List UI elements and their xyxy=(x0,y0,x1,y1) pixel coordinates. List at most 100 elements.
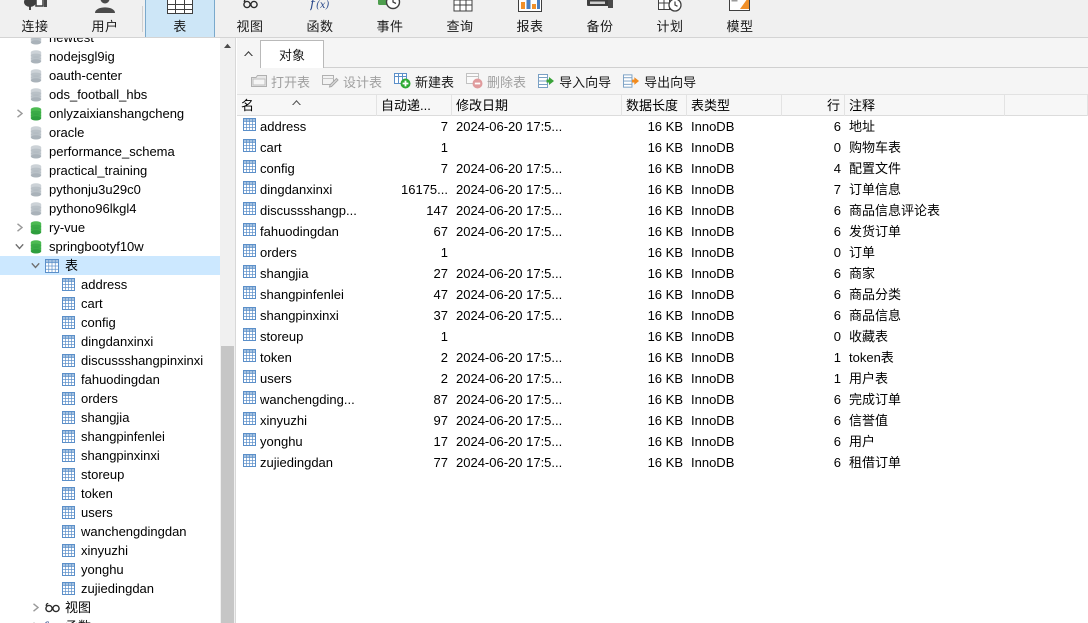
action-export-wizard-button[interactable]: 导出向导 xyxy=(618,70,701,92)
tree-node-20[interactable]: shangjia xyxy=(0,408,235,427)
ribbon-item-3[interactable]: 视图 xyxy=(215,0,285,37)
tree-node-23[interactable]: storeup xyxy=(0,465,235,484)
table-row[interactable]: storeup 1 16 KB InnoDB 0 收藏表 xyxy=(237,326,1088,347)
table-row[interactable]: shangpinxinxi 37 2024-06-20 17:5... 16 KB In… xyxy=(237,305,1088,326)
tree-node-12[interactable]: 表 xyxy=(0,256,235,275)
column-header-rows[interactable]: 行 xyxy=(782,95,845,116)
column-header-date[interactable]: 修改日期 xyxy=(452,95,622,116)
tree-node-10[interactable]: ry-vue xyxy=(0,218,235,237)
table-row[interactable]: address 7 2024-06-20 17:5... 16 KB InnoDB 6 地址 xyxy=(237,116,1088,137)
column-header-comment[interactable]: 注释 xyxy=(845,95,1005,116)
ribbon-item-label: 用户 xyxy=(91,19,119,34)
chevron-right-icon[interactable] xyxy=(28,617,43,623)
model-icon xyxy=(725,0,755,16)
tree-node-27[interactable]: xinyuzhi xyxy=(0,541,235,560)
tree-node-1[interactable]: nodejsgl9ig xyxy=(0,47,235,66)
ribbon-item-0[interactable]: 连接 xyxy=(0,0,70,37)
tree-node-7[interactable]: practical_training xyxy=(0,161,235,180)
cell-modified-date: 2024-06-20 17:5... xyxy=(456,350,563,365)
sidebar-scroll-thumb[interactable] xyxy=(221,346,234,623)
scroll-up-arrow-icon[interactable] xyxy=(221,39,234,53)
chevron-right-icon[interactable] xyxy=(12,104,27,123)
column-header-datalen[interactable]: 数据长度 xyxy=(622,95,687,116)
action-new-table-button[interactable]: 新建表 xyxy=(389,70,459,92)
cell-table-type: InnoDB xyxy=(691,413,735,428)
tree-node-30[interactable]: 视图 xyxy=(0,598,235,617)
table-row[interactable]: dingdanxinxi 16175... 2024-06-20 17:5... 16… xyxy=(237,179,1088,200)
table-row[interactable]: zujiedingdan 77 2024-06-20 17:5... 16 KB Inn… xyxy=(237,452,1088,473)
table-row[interactable]: cart 1 16 KB InnoDB 0 购物车表 xyxy=(237,137,1088,158)
table-row[interactable]: discussshangp... 147 2024-06-20 17:5... 16 … xyxy=(237,200,1088,221)
cell-name-label: address xyxy=(260,119,307,134)
chevron-right-icon[interactable] xyxy=(12,218,27,237)
tree-node-18[interactable]: fahuodingdan xyxy=(0,370,235,389)
ribbon-item-4[interactable]: f (x) 函数 xyxy=(285,0,355,37)
table-row[interactable]: token 2 2024-06-20 17:5... 16 KB InnoDB 1 toke… xyxy=(237,347,1088,368)
tree-node-2[interactable]: oauth-center xyxy=(0,66,235,85)
tree-node-5[interactable]: oracle xyxy=(0,123,235,142)
tree-node-26[interactable]: wanchengdingdan xyxy=(0,522,235,541)
cell-modified-date: 2024-06-20 17:5... xyxy=(456,266,563,281)
tree-node-3[interactable]: ods_football_hbs xyxy=(0,85,235,104)
tree-node-21[interactable]: shangpinfenlei xyxy=(0,427,235,446)
table-row[interactable]: users 2 2024-06-20 17:5... 16 KB InnoDB 1 用户表 xyxy=(237,368,1088,389)
sidebar-scrollbar[interactable] xyxy=(220,38,235,623)
collapse-panel-icon[interactable] xyxy=(237,38,260,68)
cell-auto-increment: 147 xyxy=(426,203,448,218)
ribbon-item-1[interactable]: 用户 xyxy=(70,0,140,37)
table-row[interactable]: config 7 2024-06-20 17:5... 16 KB InnoDB 4 配置文… xyxy=(237,158,1088,179)
tree-node-8[interactable]: pythonju3u29c0 xyxy=(0,180,235,199)
tab-objects[interactable]: 对象 xyxy=(260,40,325,68)
table-row[interactable]: fahuodingdan 67 2024-06-20 17:5... 16 KB Inn… xyxy=(237,221,1088,242)
tree-node-label: shangpinxinxi xyxy=(81,448,160,463)
ribbon-item-10[interactable]: 模型 xyxy=(705,0,775,37)
cell-data-length: 16 KB xyxy=(647,455,683,470)
table-row[interactable]: shangjia 27 2024-06-20 17:5... 16 KB InnoDB 6… xyxy=(237,263,1088,284)
tree-node-24[interactable]: token xyxy=(0,484,235,503)
ribbon-item-8[interactable]: 备份 xyxy=(565,0,635,37)
table-row[interactable]: yonghu 17 2024-06-20 17:5... 16 KB InnoDB 6 用户 xyxy=(237,431,1088,452)
tree-node-28[interactable]: yonghu xyxy=(0,560,235,579)
tree-node-4[interactable]: onlyzaixianshangcheng xyxy=(0,104,235,123)
ribbon-item-5[interactable]: 事件 xyxy=(355,0,425,37)
table-row[interactable]: orders 1 16 KB InnoDB 0 订单 xyxy=(237,242,1088,263)
ribbon-item-7[interactable]: 报表 xyxy=(495,0,565,37)
cell-row-count: 0 xyxy=(833,245,841,260)
tree-node-15[interactable]: config xyxy=(0,313,235,332)
ribbon-item-2[interactable]: 表 xyxy=(145,0,215,37)
tree-node-22[interactable]: shangpinxinxi xyxy=(0,446,235,465)
chevron-down-icon[interactable] xyxy=(28,256,43,275)
tree-node-16[interactable]: dingdanxinxi xyxy=(0,332,235,351)
table-row[interactable]: wanchengding... 87 2024-06-20 17:5... 16 KB… xyxy=(237,389,1088,410)
tree-node-9[interactable]: pythono96lkgl4 xyxy=(0,199,235,218)
database-gray-icon xyxy=(27,38,45,47)
action-import-wizard-button[interactable]: 导入向导 xyxy=(533,70,616,92)
table-row[interactable]: xinyuzhi 97 2024-06-20 17:5... 16 KB InnoDB 6… xyxy=(237,410,1088,431)
tree-node-0[interactable]: newtest xyxy=(0,38,235,47)
connection-tree[interactable]: newtest nodejsgl9ig oauth-center ods_footba… xyxy=(0,38,235,623)
cell-data-length: 16 KB xyxy=(647,287,683,302)
chevron-down-icon[interactable] xyxy=(12,237,27,256)
cell-modified-date: 2024-06-20 17:5... xyxy=(456,371,563,386)
ribbon-item-9[interactable]: 计划 xyxy=(635,0,705,37)
tree-node-13[interactable]: address xyxy=(0,275,235,294)
tree-node-31[interactable]: f(x) 函数 xyxy=(0,617,235,623)
table-grid-body[interactable]: address 7 2024-06-20 17:5... 16 KB InnoDB 6 地址… xyxy=(237,116,1088,623)
tree-node-14[interactable]: cart xyxy=(0,294,235,313)
cell-modified-date: 2024-06-20 17:5... xyxy=(456,308,563,323)
tree-node-6[interactable]: performance_schema xyxy=(0,142,235,161)
column-header-auto[interactable]: 自动递... xyxy=(377,95,452,116)
chevron-right-icon[interactable] xyxy=(28,598,43,617)
column-header-type[interactable]: 表类型 xyxy=(687,95,782,116)
tree-node-19[interactable]: orders xyxy=(0,389,235,408)
tree-node-25[interactable]: users xyxy=(0,503,235,522)
tree-node-11[interactable]: springbootyf10w xyxy=(0,237,235,256)
table-row[interactable]: shangpinfenlei 47 2024-06-20 17:5... 16 KB I… xyxy=(237,284,1088,305)
tree-node-29[interactable]: zujiedingdan xyxy=(0,579,235,598)
connection-tree-sidebar[interactable]: newtest nodejsgl9ig oauth-center ods_footba… xyxy=(0,38,236,623)
column-header-name[interactable]: 名 xyxy=(237,95,377,116)
tree-node-17[interactable]: discussshangpinxinxi xyxy=(0,351,235,370)
tree-node-label: onlyzaixianshangcheng xyxy=(49,106,185,121)
ribbon-item-6[interactable]: 查询 xyxy=(425,0,495,37)
